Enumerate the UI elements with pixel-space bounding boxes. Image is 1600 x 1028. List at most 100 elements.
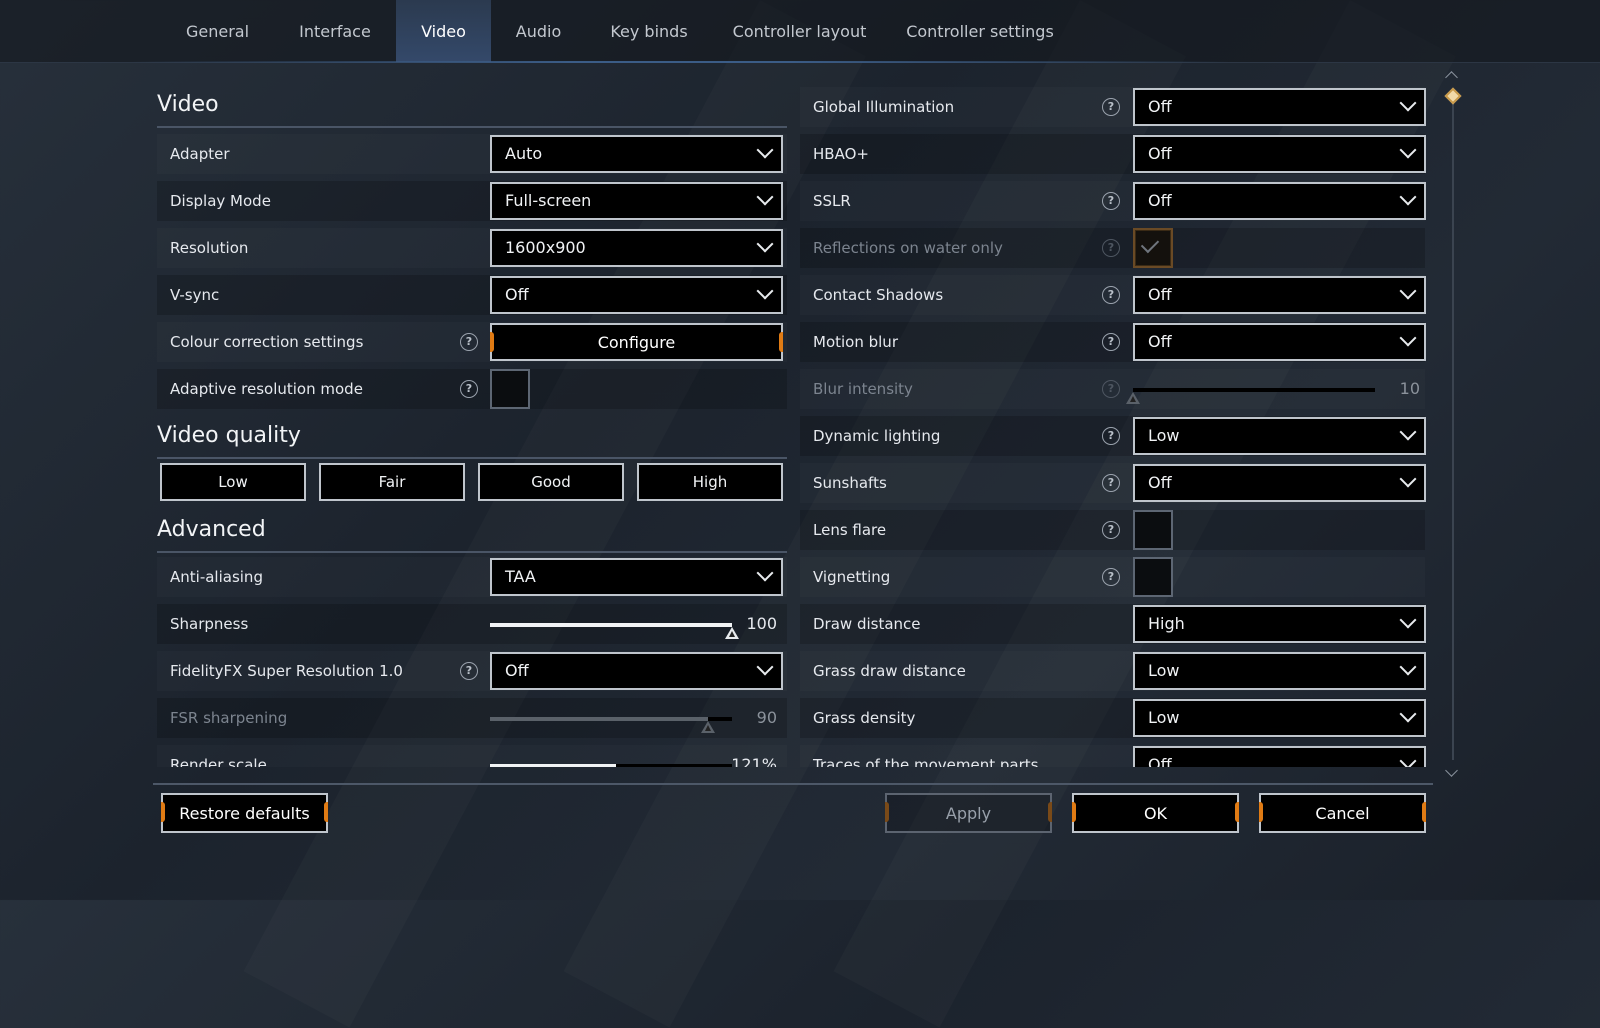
setting-row-global-illumination: Global Illumination ? Off <box>800 87 1426 127</box>
motion-blur-dropdown[interactable]: Off <box>1133 323 1426 361</box>
quality-high-button[interactable]: High <box>637 463 783 501</box>
display-mode-dropdown[interactable]: Full-screen <box>490 182 783 220</box>
adaptive-resolution-checkbox[interactable] <box>490 369 530 409</box>
setting-label: Resolution <box>170 239 249 257</box>
slider-value: 100 <box>746 614 777 633</box>
help-icon[interactable]: ? <box>460 333 478 351</box>
setting-label: Vignetting <box>813 568 891 586</box>
help-icon[interactable]: ? <box>460 380 478 398</box>
dropdown-value: Off <box>1148 755 1172 767</box>
chevron-down-icon <box>756 141 774 159</box>
help-icon[interactable]: ? <box>460 662 478 680</box>
tab-general[interactable]: General <box>160 0 275 62</box>
slider-thumb <box>1126 392 1140 404</box>
draw-distance-dropdown[interactable]: High <box>1133 605 1426 643</box>
section-title-advanced: Advanced <box>157 517 787 553</box>
help-icon[interactable]: ? <box>1102 474 1120 492</box>
setting-label: Traces of the movement parts <box>813 756 1039 767</box>
help-icon[interactable]: ? <box>1102 98 1120 116</box>
anti-aliasing-dropdown[interactable]: TAA <box>490 558 783 596</box>
grass-draw-distance-dropdown[interactable]: Low <box>1133 652 1426 690</box>
dynamic-lighting-dropdown[interactable]: Low <box>1133 417 1426 455</box>
dropdown-value: Low <box>1148 426 1180 445</box>
sslr-dropdown[interactable]: Off <box>1133 182 1426 220</box>
scrollbar-track[interactable] <box>1452 90 1454 760</box>
setting-row-draw-distance: Draw distance High <box>800 604 1426 644</box>
chevron-down-icon <box>1399 611 1417 629</box>
setting-label: SSLR <box>813 192 851 210</box>
tab-underline <box>130 61 1230 63</box>
grass-density-dropdown[interactable]: Low <box>1133 699 1426 737</box>
setting-label: Reflections on water only <box>813 239 1003 257</box>
chevron-down-icon <box>1399 470 1417 488</box>
help-icon[interactable]: ? <box>1102 286 1120 304</box>
setting-label: FSR sharpening <box>170 709 288 727</box>
tab-key-binds[interactable]: Key binds <box>590 0 708 62</box>
apply-button: Apply <box>885 793 1052 833</box>
tab-controller-layout[interactable]: Controller layout <box>722 0 877 62</box>
chevron-down-icon <box>1399 94 1417 112</box>
dropdown-value: Off <box>1148 332 1172 351</box>
setting-row-contact-shadows: Contact Shadows ? Off <box>800 275 1426 315</box>
dropdown-value: High <box>1148 614 1185 633</box>
setting-row-adaptive-resolution: Adaptive resolution mode ? <box>157 369 787 409</box>
lens-flare-checkbox[interactable] <box>1133 510 1173 550</box>
setting-row-dynamic-lighting: Dynamic lighting ? Low <box>800 416 1426 456</box>
dropdown-value: Low <box>1148 708 1180 727</box>
setting-label: Motion blur <box>813 333 898 351</box>
setting-row-lens-flare: Lens flare ? <box>800 510 1425 550</box>
traces-dropdown[interactable]: Off <box>1133 746 1426 767</box>
chevron-down-icon <box>1399 705 1417 723</box>
setting-row-sslr: SSLR ? Off <box>800 181 1426 221</box>
dropdown-value: Off <box>1148 285 1172 304</box>
setting-label: Sunshafts <box>813 474 887 492</box>
section-title-video-quality: Video quality <box>157 423 787 459</box>
settings-scroll-area[interactable]: Video Adapter Auto Display Mode Full-scr… <box>0 70 1600 767</box>
resolution-dropdown[interactable]: 1600x900 <box>490 229 783 267</box>
setting-label: HBAO+ <box>813 145 869 163</box>
help-icon[interactable]: ? <box>1102 333 1120 351</box>
dropdown-value: 1600x900 <box>505 238 586 257</box>
setting-label: Anti-aliasing <box>170 568 263 586</box>
render-scale-slider[interactable] <box>490 764 732 767</box>
vsync-dropdown[interactable]: Off <box>490 276 783 314</box>
tab-video[interactable]: Video <box>396 0 491 62</box>
restore-defaults-button[interactable]: Restore defaults <box>161 793 328 833</box>
sunshafts-dropdown[interactable]: Off <box>1133 464 1426 502</box>
setting-label: Render scale <box>170 756 267 767</box>
quality-fair-button[interactable]: Fair <box>319 463 465 501</box>
dropdown-value: Off <box>1148 191 1172 210</box>
tab-controller-settings[interactable]: Controller settings <box>895 0 1065 62</box>
quality-low-button[interactable]: Low <box>160 463 306 501</box>
dropdown-value: Off <box>1148 97 1172 116</box>
dropdown-value: Off <box>505 661 529 680</box>
setting-label: Contact Shadows <box>813 286 944 304</box>
help-icon[interactable]: ? <box>1102 568 1120 586</box>
tab-audio[interactable]: Audio <box>491 0 586 62</box>
slider-fill <box>490 717 708 721</box>
setting-row-vsync: V-sync Off <box>157 275 787 315</box>
contact-shadows-dropdown[interactable]: Off <box>1133 276 1426 314</box>
ok-button[interactable]: OK <box>1072 793 1239 833</box>
cancel-button[interactable]: Cancel <box>1259 793 1426 833</box>
setting-row-resolution: Resolution 1600x900 <box>157 228 787 268</box>
adapter-dropdown[interactable]: Auto <box>490 135 783 173</box>
help-icon[interactable]: ? <box>1102 427 1120 445</box>
sharpness-slider[interactable] <box>490 623 739 639</box>
dropdown-value: Off <box>505 285 529 304</box>
hbao-dropdown[interactable]: Off <box>1133 135 1426 173</box>
dropdown-value: Auto <box>505 144 543 163</box>
setting-row-traces: Traces of the movement parts Off <box>800 745 1426 767</box>
configure-button[interactable]: Configure <box>490 323 783 361</box>
fsr-dropdown[interactable]: Off <box>490 652 783 690</box>
tab-interface[interactable]: Interface <box>275 0 395 62</box>
help-icon: ? <box>1102 380 1120 398</box>
help-icon[interactable]: ? <box>1102 192 1120 210</box>
setting-row-fsr-sharpening: FSR sharpening 90 <box>157 698 787 738</box>
help-icon[interactable]: ? <box>1102 521 1120 539</box>
vignetting-checkbox[interactable] <box>1133 557 1173 597</box>
quality-good-button[interactable]: Good <box>478 463 624 501</box>
setting-row-grass-draw-distance: Grass draw distance Low <box>800 651 1426 691</box>
setting-label: Blur intensity <box>813 380 913 398</box>
global-illumination-dropdown[interactable]: Off <box>1133 88 1426 126</box>
